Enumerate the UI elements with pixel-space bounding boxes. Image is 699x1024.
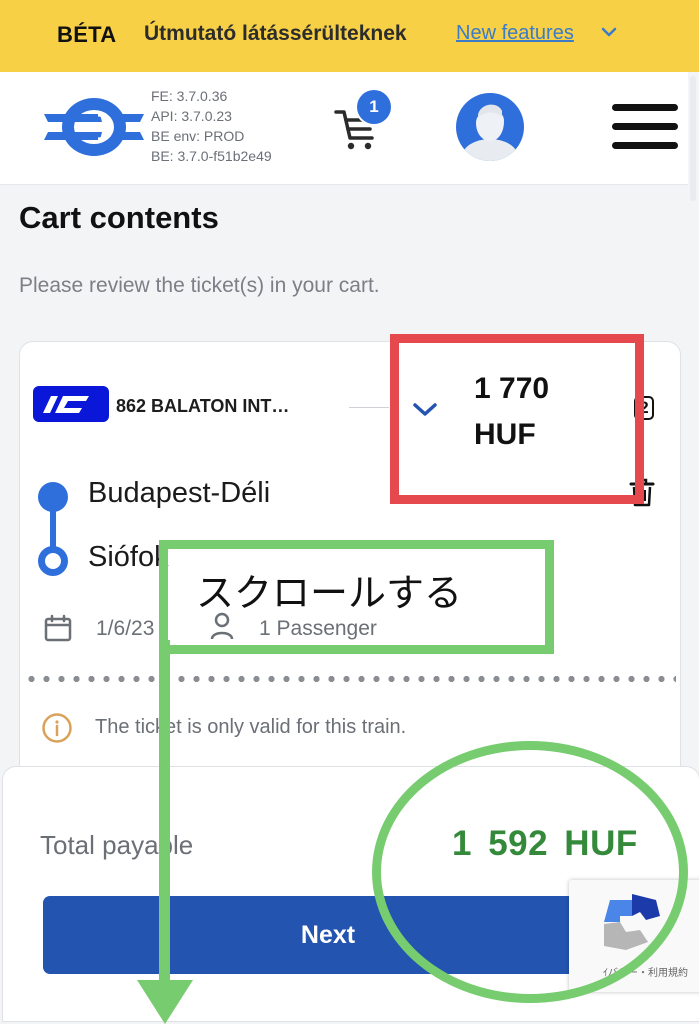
version-info: FE: 3.7.0.36 API: 3.7.0.23 BE env: PROD … <box>151 86 272 166</box>
calendar-icon <box>44 614 72 642</box>
dotted-separator <box>24 675 676 683</box>
hamburger-menu-icon[interactable] <box>612 104 680 152</box>
beta-label: BÉTA <box>57 22 117 47</box>
scroll-instruction-label: スクロールする <box>196 573 463 615</box>
page-subtitle: Please review the ticket(s) in your cart… <box>19 274 380 297</box>
fe-version: FE: 3.7.0.36 <box>151 88 228 104</box>
page-title: Cart contents <box>19 200 219 235</box>
cart-count-badge: 1 <box>357 90 391 124</box>
chevron-down-icon[interactable] <box>600 22 618 42</box>
total-payable-label: Total payable <box>40 830 194 860</box>
route-line <box>50 505 56 549</box>
destination-dot-icon <box>38 546 68 576</box>
total-highlight-annotation <box>372 741 688 1003</box>
user-avatar-icon[interactable] <box>456 93 524 161</box>
ticket-validity-note: The ticket is only valid for this train. <box>95 716 407 738</box>
scroll-arrow-shaft <box>159 640 170 985</box>
beta-bar: BÉTA Útmutató látássérülteknek New featu… <box>0 0 699 72</box>
travel-date: 1/6/23 <box>96 617 155 640</box>
be-version: BE: 3.7.0-f51b2e49 <box>151 148 272 164</box>
train-name: 862 BALATON INT… <box>116 396 290 416</box>
mav-logo-icon[interactable] <box>44 96 144 158</box>
scrollbar-thumb[interactable] <box>690 76 696 201</box>
new-features-link[interactable]: New features <box>456 22 574 45</box>
be-env: BE env: PROD <box>151 128 245 144</box>
scroll-down-arrow-icon <box>137 980 193 1024</box>
api-version: API: 3.7.0.23 <box>151 108 232 124</box>
origin-station: Budapest-Déli <box>88 477 271 509</box>
price-highlight-annotation <box>390 334 644 504</box>
destination-station: Siófok <box>88 541 169 573</box>
accessibility-guide-link[interactable]: Útmutató látássérülteknek <box>144 22 407 46</box>
divider <box>349 407 389 408</box>
intercity-badge-icon <box>33 386 109 422</box>
info-icon <box>42 713 72 743</box>
